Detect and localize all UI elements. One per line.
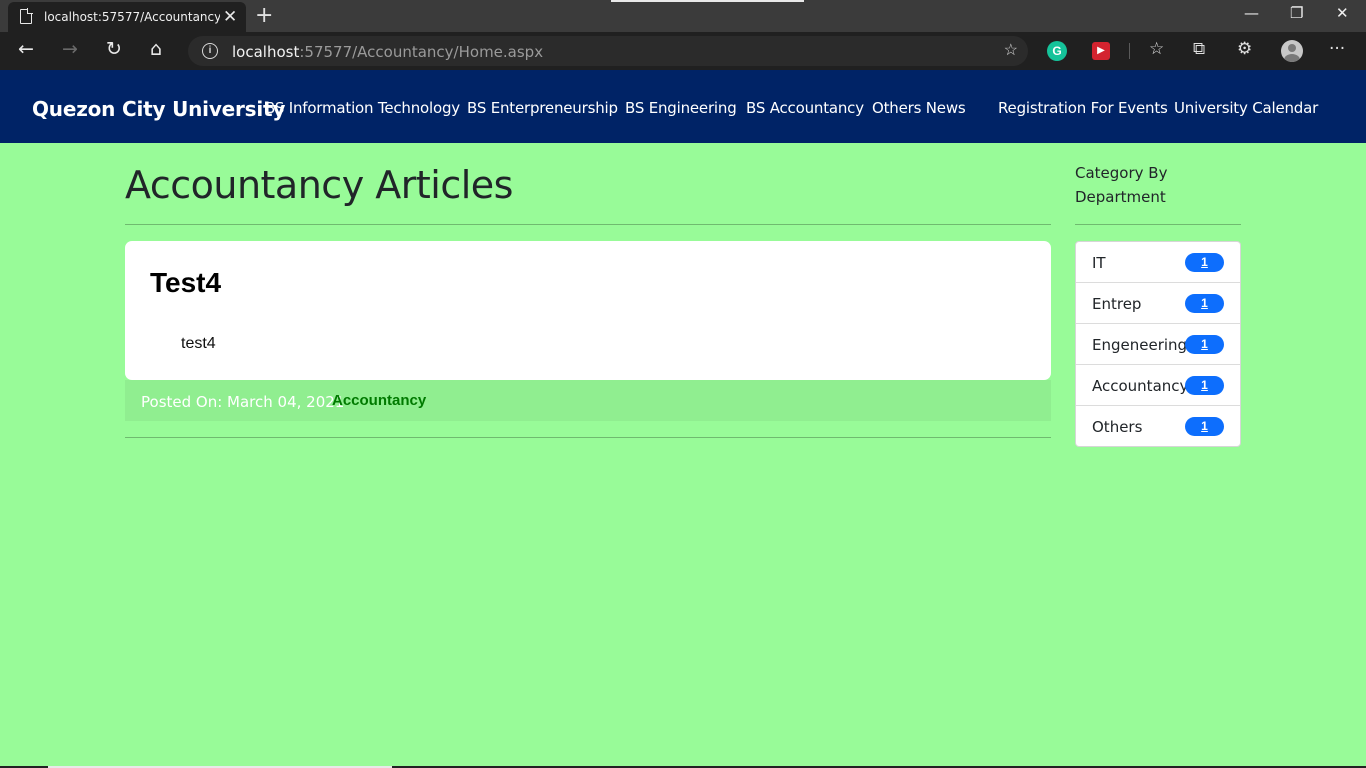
article-footer: Posted On: March 04, 2021 Accountancy <box>125 380 1051 421</box>
favorites-icon[interactable]: ☆ <box>1149 39 1164 59</box>
category-item-others[interactable]: Others 1 <box>1076 406 1240 447</box>
heading-divider <box>125 224 1051 225</box>
page-icon <box>20 8 33 24</box>
browser-tab-strip: localhost:57577/Accountancy/H ✕ + — ❐ ✕ <box>0 0 1366 32</box>
article-title[interactable]: Test4 <box>150 267 221 299</box>
refresh-icon[interactable]: ↻ <box>106 38 122 60</box>
category-name: Engeneering <box>1092 336 1188 354</box>
tab-title: localhost:57577/Accountancy/H <box>44 10 220 24</box>
info-icon[interactable]: i <box>202 43 218 59</box>
article-body: test4 <box>181 335 216 352</box>
nav-link-bs-enterpreneurship[interactable]: BS Enterpreneurship <box>467 99 618 117</box>
posted-date: Posted On: March 04, 2021 <box>141 393 345 411</box>
grammarly-icon[interactable]: G <box>1047 41 1067 61</box>
category-item-entrep[interactable]: Entrep 1 <box>1076 283 1240 324</box>
page-title: Accountancy Articles <box>125 163 513 207</box>
category-item-accountancy[interactable]: Accountancy 1 <box>1076 365 1240 406</box>
minimize-icon[interactable]: — <box>1244 4 1259 22</box>
site-navbar: Quezon City University BS Information Te… <box>0 70 1366 143</box>
red-extension-icon[interactable]: ▶ <box>1092 42 1110 60</box>
category-item-it[interactable]: IT 1 <box>1076 242 1240 283</box>
category-name: Accountancy <box>1092 377 1189 395</box>
url-text[interactable]: localhost:57577/Accountancy/Home.aspx <box>232 43 543 61</box>
toolbar-divider <box>1129 43 1130 59</box>
forward-arrow-icon: → <box>62 38 78 60</box>
category-count-badge[interactable]: 1 <box>1185 294 1224 313</box>
window-drag-indicator <box>611 0 804 2</box>
browser-tab[interactable]: localhost:57577/Accountancy/H ✕ <box>8 2 246 32</box>
new-tab-icon[interactable]: + <box>255 3 273 28</box>
nav-link-university-calendar[interactable]: University Calendar <box>1174 99 1318 117</box>
category-list: IT 1 Entrep 1 Engeneering 1 Accountancy … <box>1075 241 1241 447</box>
more-icon[interactable]: ··· <box>1329 39 1345 59</box>
browser-toolbar: ← → ↻ ⌂ i localhost:57577/Accountancy/Ho… <box>0 32 1366 70</box>
category-item-engeneering[interactable]: Engeneering 1 <box>1076 324 1240 365</box>
nav-link-others-news[interactable]: Others News <box>872 99 966 117</box>
tab-close-icon[interactable]: ✕ <box>223 7 237 27</box>
category-count-badge[interactable]: 1 <box>1185 253 1224 272</box>
profile-avatar[interactable] <box>1281 40 1303 62</box>
nav-link-bs-information-technology[interactable]: BS Information Technology <box>265 99 460 117</box>
category-name: Others <box>1092 418 1143 436</box>
sidebar-divider <box>1075 224 1241 225</box>
collections-icon[interactable]: ⧉ <box>1193 39 1205 59</box>
sidebar-title: Category By Department <box>1075 164 1168 206</box>
article-divider <box>125 437 1051 438</box>
category-count-badge[interactable]: 1 <box>1185 335 1224 354</box>
nav-link-bs-accountancy[interactable]: BS Accountancy <box>746 99 864 117</box>
extensions-icon[interactable]: ⚙ <box>1237 39 1252 59</box>
window-close-icon[interactable]: ✕ <box>1336 4 1349 22</box>
nav-link-bs-engineering[interactable]: BS Engineering <box>625 99 737 117</box>
add-favorite-icon[interactable]: ☆ <box>1004 40 1018 60</box>
category-name: Entrep <box>1092 295 1142 313</box>
site-brand[interactable]: Quezon City University <box>32 97 285 121</box>
category-name: IT <box>1092 254 1106 272</box>
address-bar[interactable]: i localhost:57577/Accountancy/Home.aspx … <box>188 36 1028 66</box>
category-count-badge[interactable]: 1 <box>1185 417 1224 436</box>
home-icon[interactable]: ⌂ <box>150 38 162 60</box>
nav-link-registration-for-events[interactable]: Registration For Events <box>998 99 1168 117</box>
article-card: Test4 test4 <box>125 241 1051 380</box>
article-category-link[interactable]: Accountancy <box>332 392 426 409</box>
back-arrow-icon[interactable]: ← <box>18 38 34 60</box>
restore-icon[interactable]: ❐ <box>1290 4 1303 22</box>
category-count-badge[interactable]: 1 <box>1185 376 1224 395</box>
